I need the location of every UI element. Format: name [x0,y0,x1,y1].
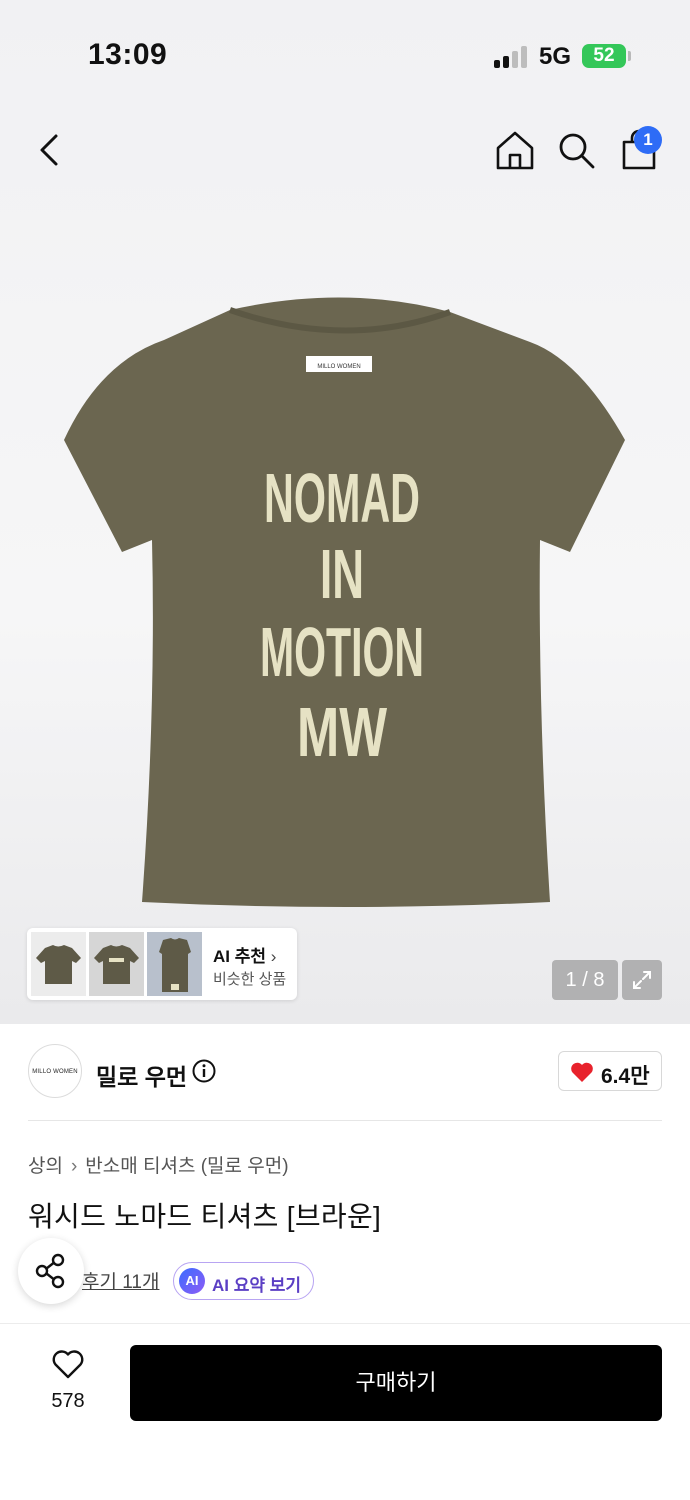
divider [0,1323,690,1324]
share-icon [35,1253,65,1289]
chevron-right-icon: › [270,947,277,966]
heart-filled-icon [571,1062,593,1082]
battery-cap [628,51,631,61]
brand-like-count: 6.4만 [601,1065,650,1088]
print-line-3: MOTION [260,613,424,691]
status-time: 13:09 [88,38,168,71]
brand-name[interactable]: 밀로 우먼 [96,1058,187,1092]
share-button[interactable] [18,1238,84,1304]
battery-icon: 52 [582,44,626,68]
back-icon[interactable] [28,128,72,172]
breadcrumb: 상의 › 반소매 티셔츠 (밀로 우먼) [28,1151,289,1178]
search-icon[interactable] [556,130,596,170]
brand-logo[interactable]: MILLO WOMEN [28,1044,82,1098]
print-line-4: MW [297,693,387,771]
print-line-1: NOMAD [264,459,420,537]
ai-badge-icon: AI [179,1268,205,1294]
product-title: 워시드 노마드 티셔츠 [브라운] [28,1201,382,1232]
brand-like-button[interactable]: 6.4만 [558,1051,662,1091]
breadcrumb-subcategory[interactable]: 반소매 티셔츠 (밀로 우먼) [85,1156,288,1177]
home-icon[interactable] [494,128,536,172]
cart-count-badge: 1 [634,126,662,154]
ai-recommend-title: AI 추천 [213,947,267,966]
divider [28,1120,662,1121]
thumbnail-2[interactable] [89,932,144,996]
heart-outline-icon [52,1350,84,1379]
brand-logo-text: MILLO WOMEN [32,1069,78,1075]
network-type: 5G [539,43,572,70]
wishlist-button[interactable]: 578 [40,1348,96,1418]
neck-label-text: MILLO WOMEN [317,364,360,370]
ai-recommend-link[interactable]: AI 추천 › [213,942,276,967]
ai-recommend-subtitle: 비슷한 상품 [213,971,287,988]
review-count-link[interactable]: 후기 11개 [82,1267,159,1294]
info-icon[interactable] [192,1059,216,1083]
thumbnail-3[interactable] [147,932,202,996]
ai-summary-label: AI 요약 보기 [212,1276,302,1295]
image-page-counter: 1 / 8 [552,960,618,1000]
signal-icon [494,46,528,68]
chevron-right-icon: › [70,1156,78,1177]
product-image[interactable]: MILLO WOMEN NOMAD IN MOTION MW [60,290,630,910]
battery-level: 52 [593,45,615,66]
print-line-2: IN [320,535,364,613]
thumbnail-strip[interactable]: AI 추천 › 비슷한 상품 [27,928,297,1000]
thumbnail-1[interactable] [31,932,86,996]
ai-summary-button[interactable]: AI AI 요약 보기 [173,1262,314,1300]
status-bar: 13:09 5G 52 [0,0,690,110]
product-gallery[interactable]: 13:09 5G 52 1 MILLO WOMEN NOMAD IN MOTIO… [0,0,690,1024]
buy-button[interactable]: 구매하기 [130,1345,662,1421]
expand-icon[interactable] [622,960,662,1000]
breadcrumb-category[interactable]: 상의 [28,1156,63,1177]
wishlist-count: 578 [51,1390,85,1412]
